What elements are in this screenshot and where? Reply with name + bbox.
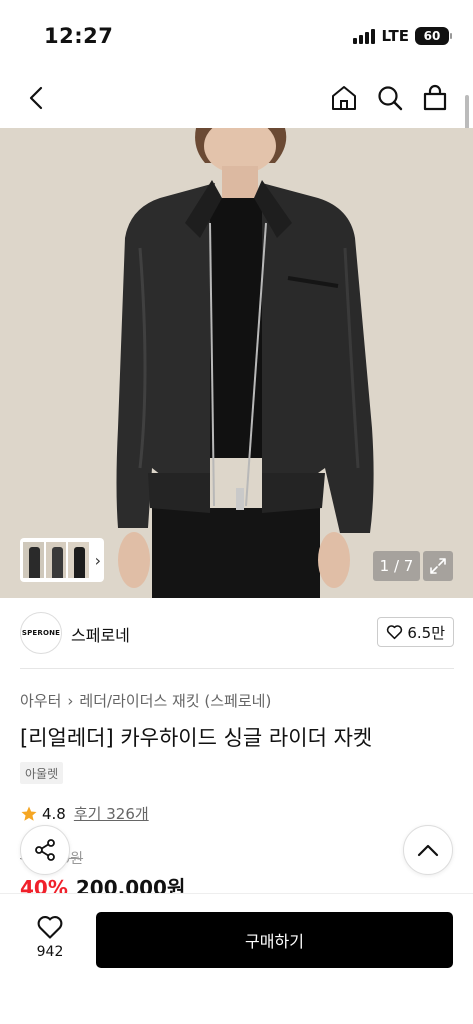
thumbnail[interactable] xyxy=(23,542,44,578)
share-icon xyxy=(35,839,55,861)
brand-logo[interactable]: SPERONE xyxy=(20,612,62,654)
brand-name[interactable]: 스페로네 xyxy=(71,622,130,646)
battery-icon: 60 xyxy=(415,27,452,45)
outlet-tag: 아울렛 xyxy=(20,762,64,784)
thumbnail[interactable] xyxy=(45,542,67,578)
status-indicators: LTE 60 xyxy=(353,27,452,45)
product-photo xyxy=(0,128,473,598)
chevron-right-icon[interactable]: › xyxy=(95,551,101,570)
breadcrumb-item[interactable]: 레더/라이더스 재킷 (스페로네) xyxy=(79,690,271,711)
search-icon[interactable] xyxy=(372,80,408,116)
heart-icon xyxy=(37,916,63,939)
status-bar: 12:27 LTE 60 xyxy=(0,0,473,70)
divider xyxy=(20,668,454,669)
battery-level: 60 xyxy=(423,29,441,43)
reviews-link[interactable]: 후기 326개 xyxy=(74,803,149,824)
shopping-bag-icon[interactable] xyxy=(417,80,453,116)
thumbnail[interactable] xyxy=(68,542,89,578)
heart-icon xyxy=(387,625,403,640)
scroll-top-button[interactable] xyxy=(403,825,453,875)
bottom-action-bar: 942 구매하기 xyxy=(0,893,473,1024)
thumbnail-strip[interactable]: › xyxy=(20,538,104,582)
status-time: 12:27 xyxy=(44,24,114,48)
back-arrow-icon[interactable] xyxy=(18,80,54,116)
buy-button[interactable]: 구매하기 xyxy=(96,912,453,968)
gallery-page-indicator: 1 / 7 xyxy=(373,551,420,581)
product-title: [리얼레더] 카우하이드 싱글 라이더 자켓 xyxy=(20,726,373,750)
signal-icon xyxy=(353,28,376,44)
wishlist-count: 942 xyxy=(36,944,64,960)
wishlist-button[interactable]: 942 xyxy=(20,914,80,960)
brand-like-button[interactable]: 6.5만 xyxy=(377,617,454,647)
home-icon[interactable] xyxy=(326,80,362,116)
rating-value: 4.8 xyxy=(42,804,66,823)
network-label: LTE xyxy=(381,27,409,45)
brand-like-count: 6.5만 xyxy=(407,623,445,642)
nav-bar xyxy=(0,70,473,128)
rating-row: 4.8 후기 326개 xyxy=(20,803,149,824)
brand-row: SPERONE 스페로네 6.5만 xyxy=(20,612,454,654)
chevron-right-icon: › xyxy=(67,691,74,710)
breadcrumb-item[interactable]: 아우터 xyxy=(20,690,61,711)
product-image[interactable] xyxy=(0,128,473,598)
star-icon xyxy=(21,806,37,821)
breadcrumb: 아우터 › 레더/라이더스 재킷 (스페로네) xyxy=(20,690,271,711)
chevron-up-icon xyxy=(417,844,439,857)
share-button[interactable] xyxy=(20,825,70,875)
expand-icon[interactable] xyxy=(423,551,453,581)
